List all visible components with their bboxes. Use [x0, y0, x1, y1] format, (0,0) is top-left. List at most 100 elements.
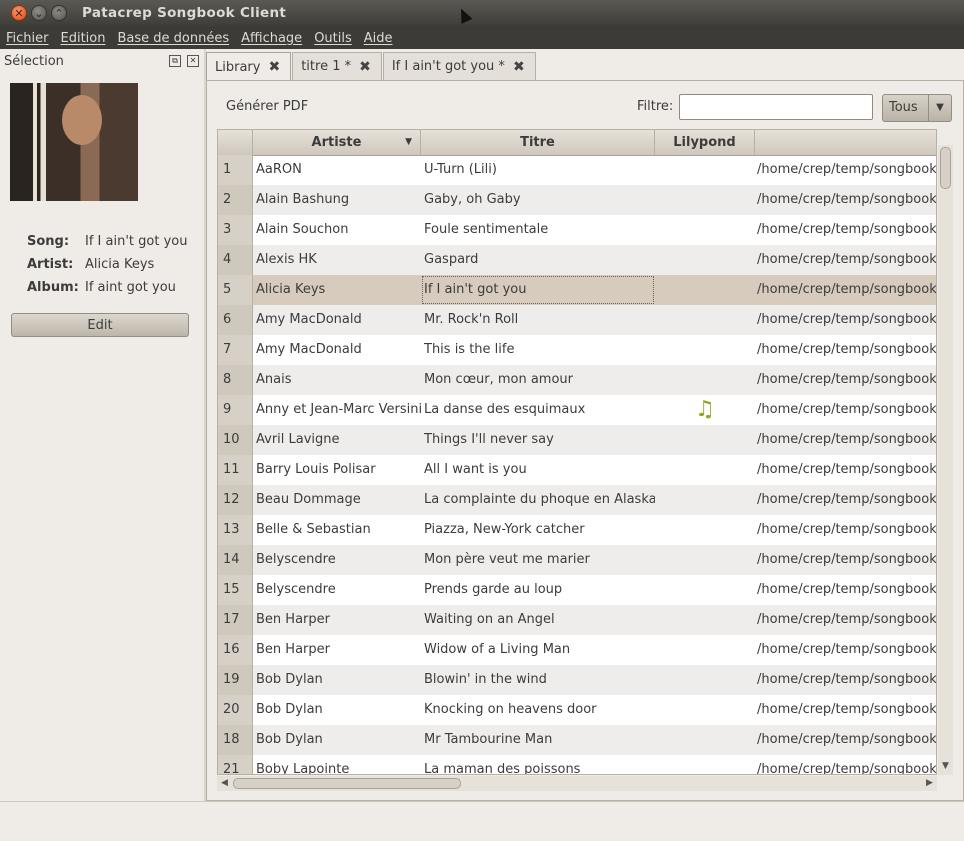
- path-cell[interactable]: /home/crep/temp/songbook/: [755, 755, 936, 774]
- tab-library[interactable]: Library ✖: [206, 52, 292, 81]
- table-row[interactable]: 2 Alain Bashung Gaby, oh Gaby/home/crep/te…: [218, 185, 936, 215]
- table-row[interactable]: 16 Ben Harper Widow of a Living Man/home/c…: [218, 635, 936, 665]
- title-cell[interactable]: Foule sentimentale: [421, 215, 655, 245]
- scroll-right-arrow-icon[interactable]: ▶: [926, 778, 933, 788]
- path-cell[interactable]: /home/crep/temp/songbook/: [755, 395, 936, 425]
- title-cell[interactable]: Mon cœur, mon amour: [421, 365, 655, 395]
- lilypond-cell[interactable]: [655, 605, 755, 635]
- title-cell[interactable]: Widow of a Living Man: [421, 635, 655, 665]
- title-cell[interactable]: Gaspard: [421, 245, 655, 275]
- title-cell[interactable]: Prends garde au loup: [421, 575, 655, 605]
- title-cell[interactable]: Waiting on an Angel: [421, 605, 655, 635]
- path-cell[interactable]: /home/crep/temp/songbook/: [755, 455, 936, 485]
- path-cell[interactable]: /home/crep/temp/songbook/: [755, 545, 936, 575]
- artist-cell[interactable]: Ben Harper: [253, 635, 421, 665]
- path-cell[interactable]: /home/crep/temp/songbook/: [755, 155, 936, 185]
- lilypond-cell[interactable]: [655, 755, 755, 774]
- scroll-down-arrow-icon[interactable]: ▼: [942, 761, 949, 771]
- artist-cell[interactable]: Belyscendre: [253, 545, 421, 575]
- table-row[interactable]: 1 AaRON U-Turn (Lili) /home/crep/temp/songb…: [218, 155, 936, 185]
- path-cell[interactable]: /home/crep/temp/songbook/: [755, 335, 936, 365]
- title-cell[interactable]: All I want is you: [421, 455, 655, 485]
- table-row[interactable]: 12 Beau Dommage La complainte du phoque en…: [218, 485, 936, 515]
- artist-cell[interactable]: Anais: [253, 365, 421, 395]
- title-cell[interactable]: La maman des poissons: [421, 755, 655, 774]
- table-row[interactable]: 17 Ben Harper Waiting on an Angel/home/cre…: [218, 605, 936, 635]
- menu-fichier[interactable]: Fichier: [6, 31, 49, 46]
- menu-edition[interactable]: Edition: [61, 31, 106, 46]
- artist-cell[interactable]: Alain Bashung: [253, 185, 421, 215]
- artist-cell[interactable]: Amy MacDonald: [253, 305, 421, 335]
- scroll-left-arrow-icon[interactable]: ◀: [221, 778, 228, 788]
- path-cell[interactable]: /home/crep/temp/songbook/: [755, 665, 936, 695]
- close-tab-icon[interactable]: ✖: [268, 59, 280, 75]
- path-cell[interactable]: /home/crep/temp/songbook/: [755, 275, 936, 305]
- artist-cell[interactable]: Bob Dylan: [253, 665, 421, 695]
- lilypond-cell[interactable]: [655, 155, 755, 185]
- path-cell[interactable]: /home/crep/temp/songbook/: [755, 605, 936, 635]
- table-row[interactable]: 18 Bob Dylan Mr Tambourine Man/home/crep/t…: [218, 725, 936, 755]
- tab-if-i-aint-got-you[interactable]: If I ain't got you * ✖: [382, 52, 536, 80]
- path-cell[interactable]: /home/crep/temp/songbook/: [755, 365, 936, 395]
- column-header-titre[interactable]: Titre: [421, 130, 655, 155]
- path-cell[interactable]: /home/crep/temp/songbook/: [755, 245, 936, 275]
- path-cell[interactable]: /home/crep/temp/songbook/: [755, 575, 936, 605]
- artist-cell[interactable]: Amy MacDonald: [253, 335, 421, 365]
- title-cell[interactable]: Blowin' in the wind: [421, 665, 655, 695]
- artist-cell[interactable]: Belyscendre: [253, 575, 421, 605]
- table-row[interactable]: 8 Anais Mon cœur, mon amour/home/crep/temp…: [218, 365, 936, 395]
- table-row[interactable]: 13 Belle & Sebastian Piazza, New-York catc…: [218, 515, 936, 545]
- lilypond-cell[interactable]: [655, 635, 755, 665]
- lilypond-cell[interactable]: [655, 335, 755, 365]
- title-cell[interactable]: Piazza, New-York catcher: [421, 515, 655, 545]
- table-row[interactable]: 6 Amy MacDonald Mr. Rock'n Roll/home/crep/…: [218, 305, 936, 335]
- table-row[interactable]: 10 Avril Lavigne Things I'll never say/hom…: [218, 425, 936, 455]
- table-row[interactable]: 9 Anny et Jean-Marc Versini La danse des e…: [218, 395, 936, 425]
- table-row[interactable]: 7 Amy MacDonald This is the life/home/crep…: [218, 335, 936, 365]
- lilypond-cell[interactable]: [655, 485, 755, 515]
- vertical-scrollbar-thumb[interactable]: [940, 147, 951, 189]
- artist-cell[interactable]: AaRON: [253, 155, 421, 185]
- title-cell[interactable]: La danse des esquimaux: [421, 395, 655, 425]
- table-row[interactable]: 21 Boby Lapointe La maman des poissons/hom…: [218, 755, 936, 774]
- lilypond-cell[interactable]: [655, 275, 755, 305]
- detach-panel-icon[interactable]: ⧉: [169, 55, 181, 67]
- close-tab-icon[interactable]: ✖: [513, 59, 525, 75]
- artist-cell[interactable]: Alicia Keys: [253, 275, 421, 305]
- table-row[interactable]: 11 Barry Louis Polisar All I want is you/h…: [218, 455, 936, 485]
- lilypond-cell[interactable]: [655, 575, 755, 605]
- title-cell[interactable]: La complainte du phoque en Alaska: [421, 485, 655, 515]
- lilypond-cell[interactable]: [655, 515, 755, 545]
- artist-cell[interactable]: Bob Dylan: [253, 725, 421, 755]
- title-cell[interactable]: U-Turn (Lili): [421, 155, 655, 185]
- lilypond-cell[interactable]: [655, 455, 755, 485]
- table-row[interactable]: 19 Bob Dylan Blowin' in the wind/home/crep…: [218, 665, 936, 695]
- artist-cell[interactable]: Bob Dylan: [253, 695, 421, 725]
- lilypond-cell[interactable]: [655, 365, 755, 395]
- title-cell[interactable]: Gaby, oh Gaby: [421, 185, 655, 215]
- artist-cell[interactable]: Alexis HK: [253, 245, 421, 275]
- lilypond-cell[interactable]: [655, 695, 755, 725]
- lilypond-cell[interactable]: ♫: [655, 395, 755, 425]
- artist-cell[interactable]: Ben Harper: [253, 605, 421, 635]
- column-header-artiste[interactable]: Artiste ▼: [253, 130, 421, 155]
- column-header-path[interactable]: [755, 130, 936, 155]
- path-cell[interactable]: /home/crep/temp/songbook/: [755, 425, 936, 455]
- lilypond-cell[interactable]: [655, 425, 755, 455]
- lilypond-cell[interactable]: [655, 545, 755, 575]
- table-row[interactable]: 14 Belyscendre Mon père veut me marier/hom…: [218, 545, 936, 575]
- menu-aide[interactable]: Aide: [364, 31, 393, 46]
- minimize-window-button[interactable]: ⌄: [31, 5, 47, 21]
- path-cell[interactable]: /home/crep/temp/songbook/: [755, 485, 936, 515]
- horizontal-scrollbar[interactable]: ◀ ▶: [217, 776, 937, 791]
- horizontal-scrollbar-thumb[interactable]: [233, 778, 461, 789]
- dropdown-arrow-icon[interactable]: ▼: [928, 95, 951, 121]
- artist-cell[interactable]: Barry Louis Polisar: [253, 455, 421, 485]
- menu-base-de-donnees[interactable]: Base de données: [117, 31, 229, 46]
- artist-cell[interactable]: Beau Dommage: [253, 485, 421, 515]
- menu-outils[interactable]: Outils: [314, 31, 352, 46]
- tab-titre-1[interactable]: titre 1 * ✖: [292, 52, 382, 80]
- lilypond-cell[interactable]: [655, 245, 755, 275]
- lilypond-cell[interactable]: [655, 185, 755, 215]
- vertical-scrollbar[interactable]: ▼: [938, 145, 953, 775]
